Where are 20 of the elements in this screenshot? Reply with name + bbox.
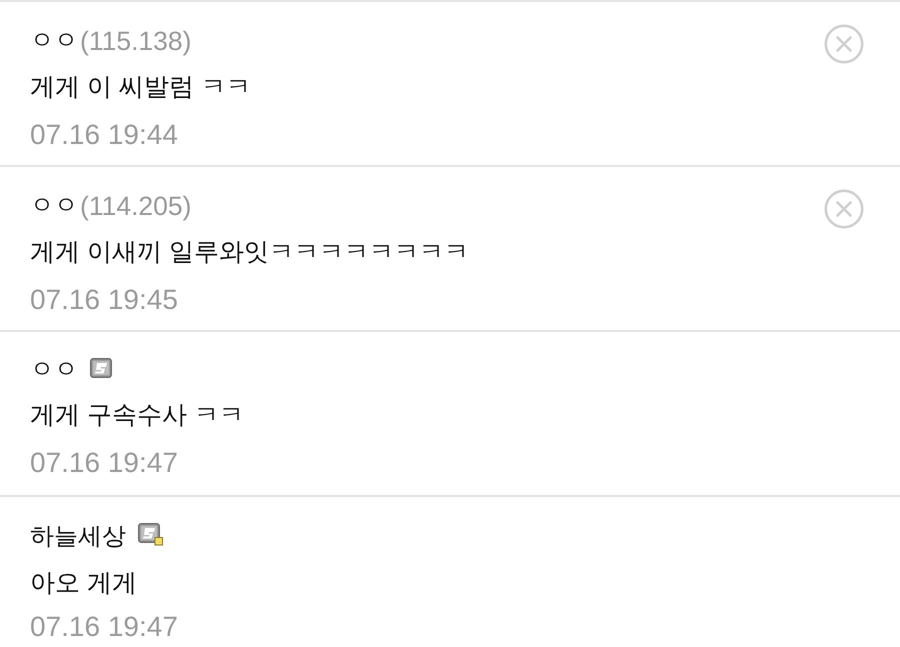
author-name: 하늘세상 [30,522,126,552]
user-badge-icon [138,523,163,546]
delete-button[interactable] [824,24,864,64]
close-icon [824,189,864,229]
author-name: ㅇㅇ [30,191,78,221]
delete-button[interactable] [824,189,864,229]
ip-address: (114.205) [80,191,192,221]
comment-time: 07.16 19:45 [30,283,179,317]
user-badge-icon [90,358,112,378]
comment-text: 아오 게게 [30,568,138,599]
comment-text: 게게 구속수사 ㅋㅋ [30,400,245,431]
close-icon [824,24,864,64]
comment-time: 07.16 19:47 [30,446,179,480]
comment-time: 07.16 19:47 [30,610,179,644]
author-name: ㅇㅇ [30,26,78,56]
ip-address: (115.138) [80,26,192,56]
comment-text: 게게 이 씨발럼 ㅋㅋ [30,72,252,103]
comment-text: 게게 이새끼 일루와잇ㅋㅋㅋㅋㅋㅋㅋㅋ [30,237,470,268]
author-name: ㅇㅇ [30,355,78,385]
comment-time: 07.16 19:44 [30,118,179,152]
